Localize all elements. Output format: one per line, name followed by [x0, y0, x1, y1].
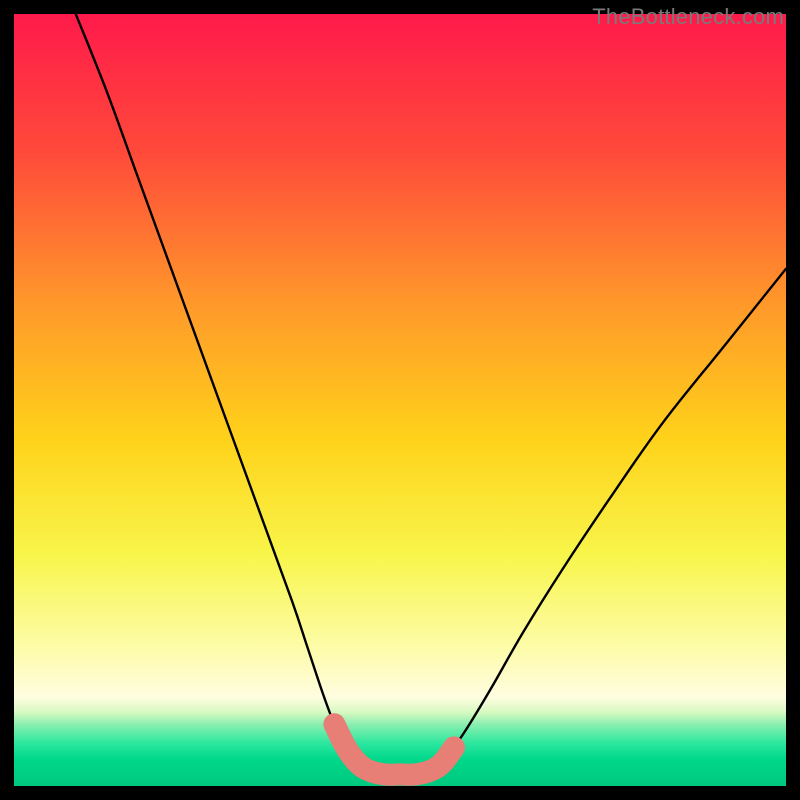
- gradient-background: [14, 14, 786, 786]
- chart-frame: [14, 14, 786, 786]
- watermark-text: TheBottleneck.com: [592, 4, 784, 30]
- bottleneck-chart: [14, 14, 786, 786]
